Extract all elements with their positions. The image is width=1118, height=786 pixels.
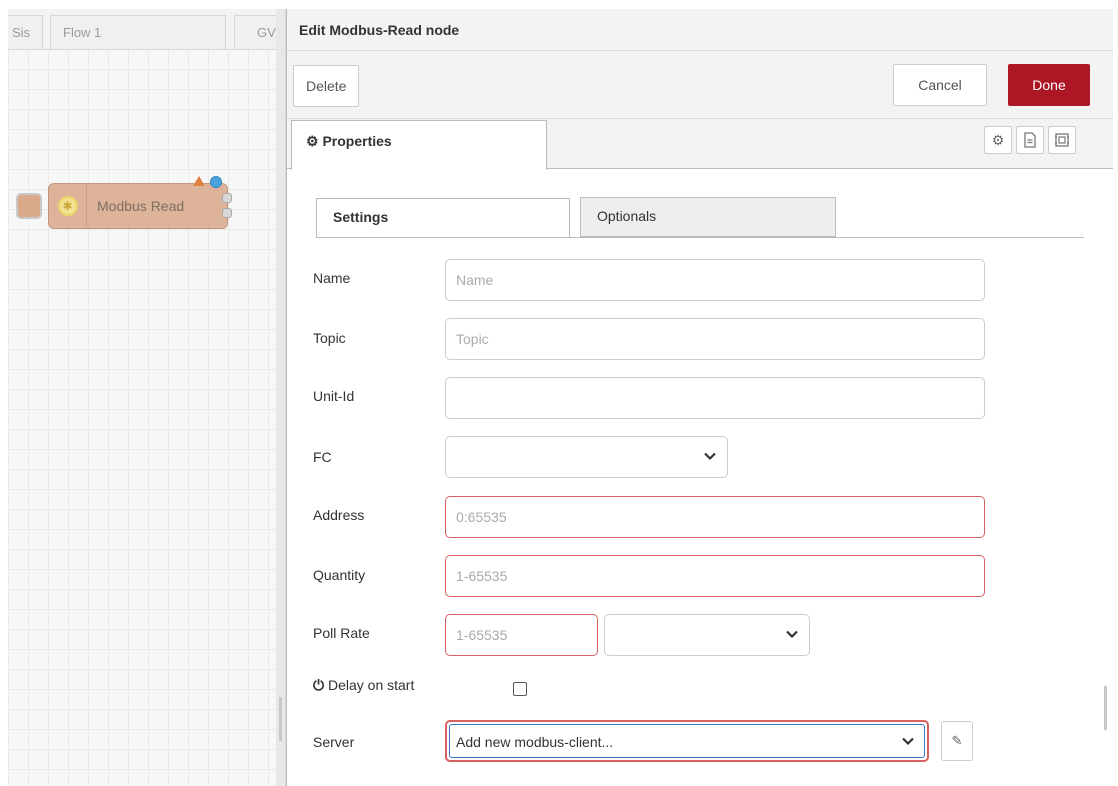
scrollbar-grip[interactable] — [1104, 686, 1107, 730]
tab-divider — [316, 237, 1084, 238]
flow-workspace[interactable] — [8, 9, 276, 786]
poll-rate-input[interactable] — [445, 614, 598, 656]
unit-id-label: Unit-Id — [313, 388, 355, 404]
poll-rate-label: Poll Rate — [313, 625, 370, 641]
power-icon: ⏻ — [313, 677, 325, 693]
properties-tab-bar: ⚙ Properties ⚙ — [287, 119, 1113, 170]
changed-indicator-icon — [210, 176, 222, 188]
name-label: Name — [313, 270, 351, 286]
server-label: Server — [313, 734, 355, 750]
quantity-input[interactable] — [445, 555, 985, 597]
warning-icon — [193, 176, 205, 186]
fc-label: FC — [313, 449, 332, 465]
resize-grip-icon — [279, 697, 282, 741]
gear-icon[interactable]: ⚙ — [984, 126, 1012, 154]
pencil-icon: ✎ — [951, 733, 963, 748]
appearance-icon[interactable] — [1048, 126, 1076, 154]
workspace-dim-overlay — [8, 9, 276, 786]
tab-settings[interactable]: Settings — [316, 198, 570, 238]
topic-input[interactable] — [445, 318, 985, 360]
tray-toolbar: Delete Cancel Done — [287, 51, 1113, 119]
edit-server-button[interactable]: ✎ — [941, 721, 973, 761]
node-icon-area: ✱ — [49, 184, 87, 228]
topic-label: Topic — [313, 330, 346, 346]
cancel-button[interactable]: Cancel — [893, 64, 987, 106]
fc-select[interactable] — [445, 436, 728, 478]
done-button[interactable]: Done — [1008, 64, 1090, 106]
flow-tab[interactable]: GV — [234, 15, 276, 49]
address-input[interactable] — [445, 496, 985, 538]
modbus-read-node[interactable]: ✱ Modbus Read — [48, 183, 228, 229]
flow-tab[interactable]: Flow 1 — [50, 15, 226, 49]
tray-resize-handle[interactable] — [276, 9, 286, 786]
node-output-port[interactable] — [222, 193, 232, 203]
name-input[interactable] — [445, 259, 985, 301]
flow-tab-bar: Sis Flow 1 GV — [8, 9, 276, 50]
properties-tab-label: Properties — [322, 133, 392, 149]
chevron-down-icon — [902, 737, 914, 746]
address-label: Address — [313, 507, 365, 523]
delay-on-start-label: ⏻ Delay on start — [313, 677, 414, 694]
node-label: Modbus Read — [97, 198, 185, 214]
delay-on-start-checkbox[interactable] — [513, 682, 527, 696]
delay-on-start-text: Delay on start — [327, 677, 415, 693]
gear-icon: ✱ — [57, 196, 78, 216]
chevron-down-icon — [704, 452, 716, 461]
quantity-label: Quantity — [313, 567, 366, 583]
server-select-value: Add new modbus-client... — [456, 734, 614, 750]
node-output-port[interactable] — [222, 208, 232, 218]
chevron-down-icon — [786, 630, 798, 639]
description-icon[interactable] — [1016, 126, 1044, 154]
delete-button[interactable]: Delete — [293, 65, 360, 107]
tray-title: Edit Modbus-Read node — [287, 9, 1113, 51]
tab-properties[interactable]: ⚙ Properties — [291, 120, 547, 170]
flow-tab[interactable]: Sis — [8, 15, 43, 49]
poll-rate-unit-select[interactable] — [604, 614, 810, 656]
unit-id-input[interactable] — [445, 377, 985, 419]
server-select[interactable]: Add new modbus-client... — [445, 720, 929, 762]
gear-icon: ⚙ — [306, 133, 319, 149]
node-input-port[interactable] — [16, 193, 42, 219]
tab-optionals[interactable]: Optionals — [580, 197, 836, 237]
